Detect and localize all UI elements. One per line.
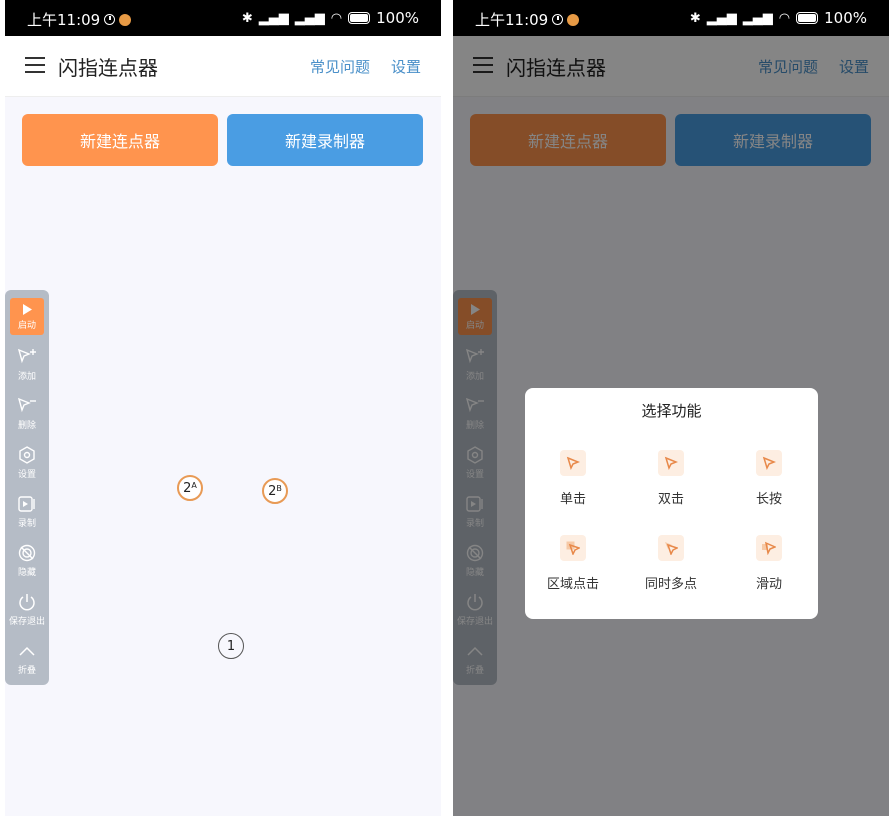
status-indicators: ✱ ▂▄▆ ▂▄▆ ◠ 100% <box>242 9 419 27</box>
signal-icon: ▂▄▆ <box>706 10 737 26</box>
marker-number: 2 <box>268 483 277 499</box>
toolbar-add-button[interactable]: 添加 <box>5 340 49 388</box>
area-tap-icon <box>560 535 586 561</box>
status-time: 上午11:09 <box>27 11 101 29</box>
battery-percent: 100% <box>376 9 419 27</box>
app-notification-icon <box>119 13 132 26</box>
chevron-up-icon <box>18 640 36 662</box>
power-icon <box>18 591 36 613</box>
marker-number: 1 <box>226 638 236 654</box>
status-time-group: 上午11:09 <box>475 9 580 30</box>
status-indicators: ✱ ▂▄▆ ▂▄▆ ◠ 100% <box>690 9 867 27</box>
phone-screen-main: 上午11:09 ✱ ▂▄▆ ▂▄▆ ◠ 100% 闪指连点器 常见问题 设置 新… <box>5 0 441 816</box>
option-multi-point[interactable]: 同时多点 <box>626 535 716 592</box>
option-label: 滑动 <box>755 577 782 592</box>
long-press-icon <box>756 450 782 476</box>
toolbar-label: 启动 <box>17 321 36 331</box>
toolbar-label: 隐藏 <box>17 568 36 578</box>
alarm-clock-icon <box>552 14 564 25</box>
toolbar-label: 折叠 <box>17 666 36 676</box>
app-header: 闪指连点器 常见问题 设置 <box>5 36 441 97</box>
hexagon-gear-icon <box>18 444 36 466</box>
record-icon <box>18 493 36 515</box>
double-tap-icon <box>658 450 684 476</box>
toolbar-label: 删除 <box>17 421 36 431</box>
faq-link[interactable]: 常见问题 <box>310 56 370 77</box>
select-function-dialog: 选择功能 单击 双击 长按 区域点击 同时多点 滑动 <box>525 388 818 619</box>
option-label: 同时多点 <box>644 577 697 592</box>
battery-icon <box>348 12 371 24</box>
new-clicker-button[interactable]: 新建连点器 <box>22 114 218 166</box>
floating-toolbar: 启动 添加 删除 设置 录制 隐藏 保存退出 折叠 <box>5 290 49 685</box>
toolbar-save-exit-button[interactable]: 保存退出 <box>5 585 49 633</box>
option-label: 双击 <box>657 492 684 507</box>
option-long-press[interactable]: 长按 <box>724 450 814 507</box>
app-notification-icon <box>567 13 580 26</box>
marker-sup: B <box>276 483 282 493</box>
option-label: 区域点击 <box>546 577 599 592</box>
option-swipe[interactable]: 滑动 <box>724 535 814 592</box>
signal-2-icon: ▂▄▆ <box>742 10 773 26</box>
wifi-icon: ◠ <box>778 10 791 26</box>
alarm-clock-icon <box>104 14 116 25</box>
toolbar-label: 设置 <box>17 470 36 480</box>
signal-icon: ▂▄▆ <box>258 10 289 26</box>
toolbar-delete-button[interactable]: 删除 <box>5 389 49 437</box>
status-bar: 上午11:09 ✱ ▂▄▆ ▂▄▆ ◠ 100% <box>453 0 889 36</box>
bluetooth-icon: ✱ <box>689 10 701 26</box>
hide-icon <box>18 542 36 564</box>
settings-link[interactable]: 设置 <box>391 56 421 77</box>
battery-icon <box>796 12 819 24</box>
status-bar: 上午11:09 ✱ ▂▄▆ ▂▄▆ ◠ 100% <box>5 0 441 36</box>
option-area-tap[interactable]: 区域点击 <box>528 535 618 592</box>
cursor-minus-icon <box>17 395 37 417</box>
click-point-marker-2b[interactable]: 2B <box>262 478 288 504</box>
toolbar-label: 添加 <box>17 372 36 382</box>
option-double-tap[interactable]: 双击 <box>626 450 716 507</box>
app-title: 闪指连点器 <box>58 56 158 80</box>
toolbar-hide-button[interactable]: 隐藏 <box>5 536 49 584</box>
signal-2-icon: ▂▄▆ <box>294 10 325 26</box>
click-point-marker-2a[interactable]: 2A <box>177 475 203 501</box>
play-icon <box>22 301 32 317</box>
wifi-icon: ◠ <box>330 10 343 26</box>
toolbar-label: 保存退出 <box>8 617 45 627</box>
click-point-marker-1[interactable]: 1 <box>218 633 244 659</box>
menu-icon[interactable] <box>25 56 45 74</box>
phone-screen-dialog: 上午11:09 ✱ ▂▄▆ ▂▄▆ ◠ 100% 闪指连点器 常见问题 设置 新… <box>453 0 889 816</box>
bluetooth-icon: ✱ <box>241 10 253 26</box>
cursor-plus-icon <box>17 346 37 368</box>
toolbar-settings-button[interactable]: 设置 <box>5 438 49 486</box>
new-recorder-button[interactable]: 新建录制器 <box>227 114 423 166</box>
marker-number: 2 <box>183 480 192 496</box>
toolbar-record-button[interactable]: 录制 <box>5 487 49 535</box>
option-label: 长按 <box>755 492 782 507</box>
status-time: 上午11:09 <box>475 11 549 29</box>
battery-percent: 100% <box>824 9 867 27</box>
toolbar-start-button[interactable]: 启动 <box>10 298 44 335</box>
marker-sup: A <box>191 480 197 490</box>
status-time-group: 上午11:09 <box>27 9 132 30</box>
dialog-title: 选择功能 <box>641 402 702 420</box>
toolbar-collapse-button[interactable]: 折叠 <box>5 634 49 682</box>
option-label: 单击 <box>559 492 586 507</box>
toolbar-label: 录制 <box>17 519 36 529</box>
single-tap-icon <box>560 450 586 476</box>
swipe-icon <box>756 535 782 561</box>
option-single-tap[interactable]: 单击 <box>528 450 618 507</box>
multi-point-icon <box>658 535 684 561</box>
